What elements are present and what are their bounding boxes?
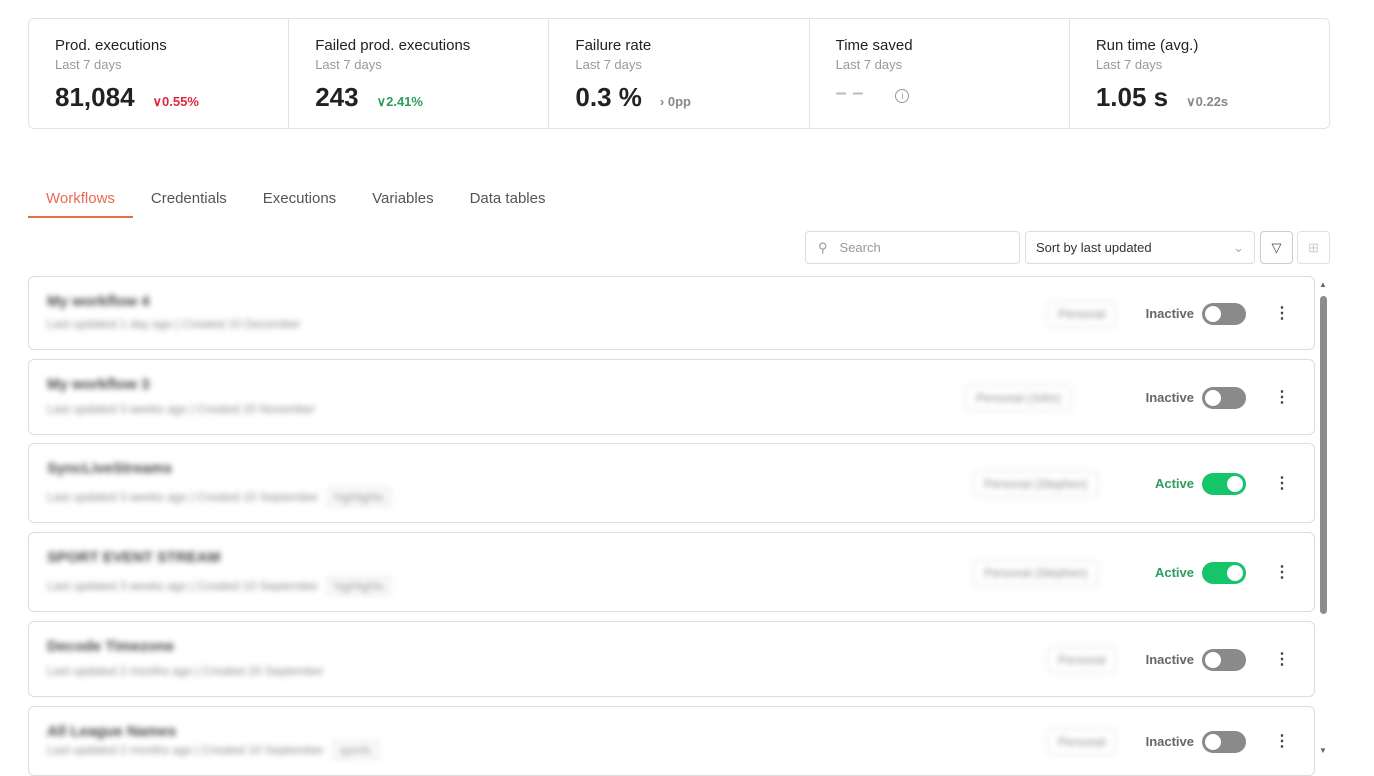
filter-icon: ▽ <box>1271 239 1282 255</box>
workflow-meta: Last updated 3 weeks ago | Created 20 No… <box>47 402 315 416</box>
stat-title: Time saved <box>835 37 913 54</box>
search-input[interactable]: ⚲ Search <box>805 231 1020 264</box>
sort-value: Sort by last updated <box>1036 240 1152 255</box>
stat-value: 0.3 % <box>575 82 642 112</box>
workflow-card[interactable]: SyncLiveStreams Last updated 3 weeks ago… <box>28 443 1315 523</box>
workflow-name[interactable]: Decode Timezone <box>47 638 174 655</box>
workflow-updated: Last updated 1 day ago | Created 10 Dece… <box>47 317 301 331</box>
workflow-name[interactable]: SPORT EVENT STREAM <box>47 549 220 566</box>
workflow-card[interactable]: SPORT EVENT STREAM Last updated 3 weeks … <box>28 532 1315 612</box>
folder-plus-icon: ⊞ <box>1308 239 1319 255</box>
stat-subtitle: Last 7 days <box>1095 57 1163 72</box>
workflow-name[interactable]: My workflow 4 <box>47 293 150 310</box>
info-icon[interactable]: i <box>895 89 910 103</box>
workflow-tag[interactable]: highlights <box>327 488 391 506</box>
active-toggle[interactable] <box>1202 473 1246 495</box>
stat-title: Failure rate <box>575 37 652 54</box>
owner-badge: Personal <box>1047 301 1117 327</box>
workflow-card[interactable]: My workflow 3 Last updated 3 weeks ago |… <box>28 359 1315 435</box>
tab-credentials[interactable]: Credentials <box>133 186 245 218</box>
sort-select[interactable]: Sort by last updated ⌄ <box>1025 231 1255 264</box>
chevron-down-icon: ⌄ <box>1233 239 1244 255</box>
stat-title: Prod. executions <box>55 37 167 54</box>
stat-value: 1.05 s <box>1095 82 1169 112</box>
active-toggle[interactable] <box>1202 387 1246 409</box>
workflow-meta: Last updated 2 months ago | Created 20 S… <box>47 664 324 678</box>
stat-value: 81,084 <box>55 82 135 112</box>
workflow-updated: Last updated 2 months ago | Created 10 S… <box>47 743 324 757</box>
workflow-card[interactable]: All League Names Last updated 2 months a… <box>28 706 1315 776</box>
workflow-meta: Last updated 1 day ago | Created 10 Dece… <box>47 317 300 331</box>
stat-delta: ∨0.55% <box>152 94 199 109</box>
stat-subtitle: Last 7 days <box>55 57 122 72</box>
active-toggle[interactable] <box>1202 562 1246 584</box>
workflow-updated: Last updated 3 weeks ago | Created 20 No… <box>47 402 315 416</box>
stat-subtitle: Last 7 days <box>315 57 382 72</box>
workflow-updated: Last updated 3 weeks ago | Created 10 Se… <box>47 490 319 504</box>
owner-badge: Personal (Stephen) <box>973 560 1099 586</box>
more-options-icon[interactable]: ⋮ <box>1274 303 1290 323</box>
stat-title: Failed prod. executions <box>315 37 471 54</box>
more-options-icon[interactable]: ⋮ <box>1274 649 1290 669</box>
owner-badge: Personal (John) <box>965 385 1072 411</box>
stat-time-saved[interactable]: Time saved Last 7 days – – i <box>810 19 1070 128</box>
workflow-card[interactable]: Decode Timezone Last updated 2 months ag… <box>28 621 1315 697</box>
tab-data-tables[interactable]: Data tables <box>452 186 564 218</box>
stat-failed-executions[interactable]: Failed prod. executions Last 7 days 243 ∨2.… <box>289 19 550 128</box>
active-toggle[interactable] <box>1202 731 1246 753</box>
more-options-icon[interactable]: ⋮ <box>1274 473 1290 493</box>
scrollbar-thumb[interactable] <box>1320 296 1327 614</box>
filter-button[interactable]: ▽ <box>1260 231 1293 264</box>
owner-badge: Personal <box>1047 647 1117 673</box>
stat-prod-executions[interactable]: Prod. executions Last 7 days 81,084 ∨0.55% <box>29 19 290 128</box>
active-toggle[interactable] <box>1202 303 1246 325</box>
tab-executions[interactable]: Executions <box>245 186 354 218</box>
more-options-icon[interactable]: ⋮ <box>1274 731 1290 751</box>
status-label: Inactive <box>1145 390 1194 405</box>
more-options-icon[interactable]: ⋮ <box>1274 562 1290 582</box>
stat-subtitle: Last 7 days <box>835 57 903 72</box>
workflow-tag[interactable]: sports <box>332 741 378 759</box>
status-label: Inactive <box>1145 306 1194 321</box>
stat-value: 243 <box>315 82 359 112</box>
status-label: Inactive <box>1145 734 1194 749</box>
status-label: Active <box>1154 565 1194 580</box>
workflow-name[interactable]: SyncLiveStreams <box>47 460 172 477</box>
search-placeholder: Search <box>839 240 881 255</box>
stat-delta: ∨2.41% <box>376 94 423 109</box>
workflow-meta: Last updated 3 weeks ago | Created 10 Se… <box>47 577 391 595</box>
stat-run-time[interactable]: Run time (avg.) Last 7 days 1.05 s ∨0.22s <box>1070 19 1329 128</box>
scroll-up-icon[interactable]: ▲ <box>1319 280 1327 289</box>
scroll-down-icon[interactable]: ▼ <box>1319 746 1327 755</box>
workflow-card[interactable]: My workflow 4 Last updated 1 day ago | C… <box>28 276 1315 350</box>
status-label: Inactive <box>1145 652 1194 667</box>
workflow-meta: Last updated 3 weeks ago | Created 10 Se… <box>47 488 391 506</box>
tab-variables[interactable]: Variables <box>354 186 451 218</box>
workflow-tag[interactable]: highlights <box>327 577 391 595</box>
stat-title: Run time (avg.) <box>1095 37 1199 54</box>
status-label: Active <box>1154 476 1194 491</box>
scrollbar[interactable]: ▲ ▼ <box>1318 280 1330 762</box>
tab-bar: Workflows Credentials Executions Variabl… <box>28 186 563 218</box>
stat-delta: › 0pp <box>659 94 691 109</box>
add-folder-button[interactable]: ⊞ <box>1297 231 1330 264</box>
owner-badge: Personal (Stephen) <box>973 471 1099 497</box>
stat-delta: ∨0.22s <box>1186 94 1229 109</box>
stat-value: – – <box>835 82 864 104</box>
workflow-name[interactable]: My workflow 3 <box>47 376 150 393</box>
more-options-icon[interactable]: ⋮ <box>1274 387 1290 407</box>
active-toggle[interactable] <box>1202 649 1246 671</box>
stat-failure-rate[interactable]: Failure rate Last 7 days 0.3 % › 0pp <box>549 19 810 128</box>
tab-workflows[interactable]: Workflows <box>28 186 133 218</box>
stat-subtitle: Last 7 days <box>575 57 642 72</box>
workflow-meta: Last updated 2 months ago | Created 10 S… <box>47 741 378 759</box>
search-icon: ⚲ <box>818 239 828 255</box>
insights-summary: Prod. executions Last 7 days 81,084 ∨0.55% … <box>28 18 1330 129</box>
workflow-updated: Last updated 3 weeks ago | Created 10 Se… <box>47 579 319 593</box>
workflow-updated: Last updated 2 months ago | Created 20 S… <box>47 664 324 678</box>
owner-badge: Personal <box>1047 729 1117 755</box>
workflow-name[interactable]: All League Names <box>47 723 176 740</box>
